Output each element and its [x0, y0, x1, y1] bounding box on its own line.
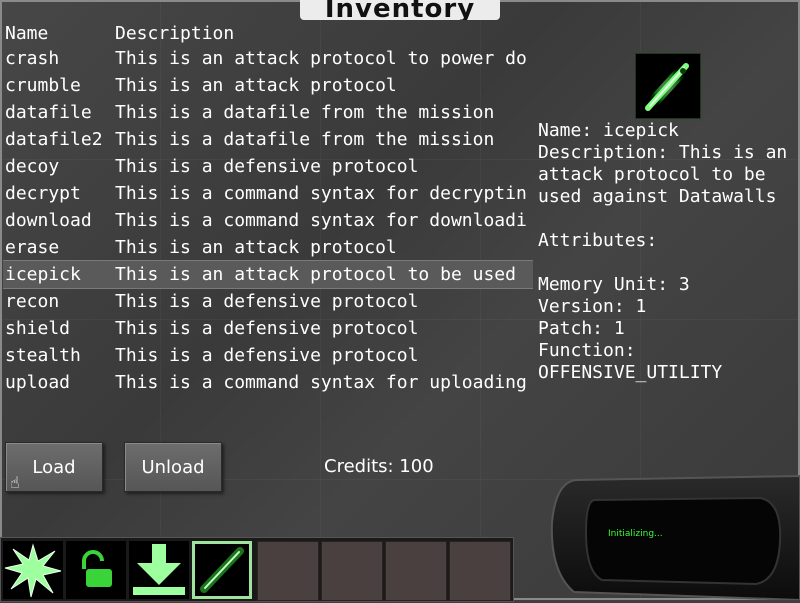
item-description: This is a defensive protocol: [115, 291, 419, 312]
hotbar-slot-crash[interactable]: [3, 541, 63, 599]
detail-memory-unit: Memory Unit: 3: [538, 274, 690, 295]
item-name: icepick: [5, 264, 81, 285]
item-details: Name: icepick Description: This is an at…: [538, 120, 798, 384]
item-name: erase: [5, 237, 60, 258]
column-header-name: Name: [5, 23, 49, 44]
item-name: crash: [5, 48, 60, 69]
detail-function-label: Function:: [538, 340, 636, 361]
inventory-list[interactable]: Name Description crash This is an attack …: [3, 23, 533, 403]
detail-version: Version: 1: [538, 296, 647, 317]
item-description: This is a defensive protocol: [115, 345, 419, 366]
list-item[interactable]: decrypt This is a command syntax for decr…: [3, 180, 533, 207]
load-button[interactable]: Load: [5, 442, 103, 492]
list-header: Name Description: [3, 23, 533, 45]
hotbar-slot-unlock[interactable]: [66, 541, 126, 599]
console-status: Initializing...: [608, 529, 663, 539]
list-item[interactable]: stealth This is a defensive protocol: [3, 342, 533, 369]
window-title: Inventory: [300, 0, 500, 20]
hotbar-slot-empty[interactable]: [321, 541, 383, 601]
hand-cursor-icon: ☝: [10, 473, 20, 492]
hotbar-slot-icepick[interactable]: [192, 541, 252, 599]
list-item[interactable]: download This is a command syntax for dow…: [3, 207, 533, 234]
item-name: upload: [5, 372, 71, 393]
item-description: This is an attack protocol to be used: [115, 264, 516, 285]
item-name: download: [5, 210, 92, 231]
unload-button[interactable]: Unload: [124, 442, 222, 492]
detail-name: Name: icepick: [538, 120, 679, 141]
item-name: decrypt: [5, 183, 81, 204]
hotbar: [0, 537, 514, 602]
item-description: This is an attack protocol to power do: [115, 48, 527, 69]
item-name: datafile: [5, 102, 92, 123]
item-description: This is an attack protocol: [115, 75, 397, 96]
list-item[interactable]: decoy This is a defensive protocol: [3, 153, 533, 180]
item-description: This is a command syntax for downloadi: [115, 210, 527, 231]
list-item[interactable]: datafile2 This is a datafile from the mis…: [3, 126, 533, 153]
item-description: This is a command syntax for decryptin: [115, 183, 527, 204]
column-header-description: Description: [115, 23, 235, 44]
detail-description: Description: This is an attack protocol …: [538, 142, 788, 207]
detail-attributes-label: Attributes:: [538, 230, 658, 251]
hotbar-slot-empty[interactable]: [449, 541, 511, 601]
unlock-icon: [82, 550, 112, 587]
detail-function-value: OFFENSIVE_UTILITY: [538, 362, 723, 383]
crash-icon: [4, 543, 62, 598]
hotbar-slot-empty[interactable]: [257, 541, 319, 601]
item-name: shield: [5, 318, 71, 339]
list-item[interactable]: datafile This is a datafile from the miss…: [3, 99, 533, 126]
item-name: recon: [5, 291, 60, 312]
detail-spacer-2: [538, 252, 798, 274]
icepick-icon: [200, 547, 244, 593]
item-description: This is a command syntax for uploading: [115, 372, 527, 393]
item-description: This is an attack protocol: [115, 237, 397, 258]
hotbar-slot-download[interactable]: [129, 541, 189, 599]
console-device: [550, 474, 800, 600]
item-description: This is a datafile from the mission: [115, 102, 495, 123]
list-item[interactable]: crash This is an attack protocol to power…: [3, 45, 533, 72]
detail-spacer-1: [538, 208, 798, 230]
item-description: This is a defensive protocol: [115, 318, 419, 339]
hotbar-slot-empty[interactable]: [385, 541, 447, 601]
item-description: This is a datafile from the mission: [115, 129, 495, 150]
list-item[interactable]: icepick This is an attack protocol to be …: [3, 260, 533, 289]
credits-display: Credits: 100: [324, 456, 434, 477]
list-item[interactable]: erase This is an attack protocol: [3, 234, 533, 261]
download-icon: [133, 544, 185, 595]
detail-patch: Patch: 1: [538, 318, 625, 339]
item-description: This is a defensive protocol: [115, 156, 419, 177]
list-item[interactable]: recon This is a defensive protocol: [3, 288, 533, 315]
list-item[interactable]: shield This is a defensive protocol: [3, 315, 533, 342]
item-name: stealth: [5, 345, 81, 366]
list-item[interactable]: crumble This is an attack protocol: [3, 72, 533, 99]
item-name: crumble: [5, 75, 81, 96]
item-preview-icon: [635, 53, 701, 119]
list-item[interactable]: upload This is a command syntax for uploa…: [3, 369, 533, 396]
item-name: decoy: [5, 156, 60, 177]
item-name: datafile2: [5, 129, 103, 150]
